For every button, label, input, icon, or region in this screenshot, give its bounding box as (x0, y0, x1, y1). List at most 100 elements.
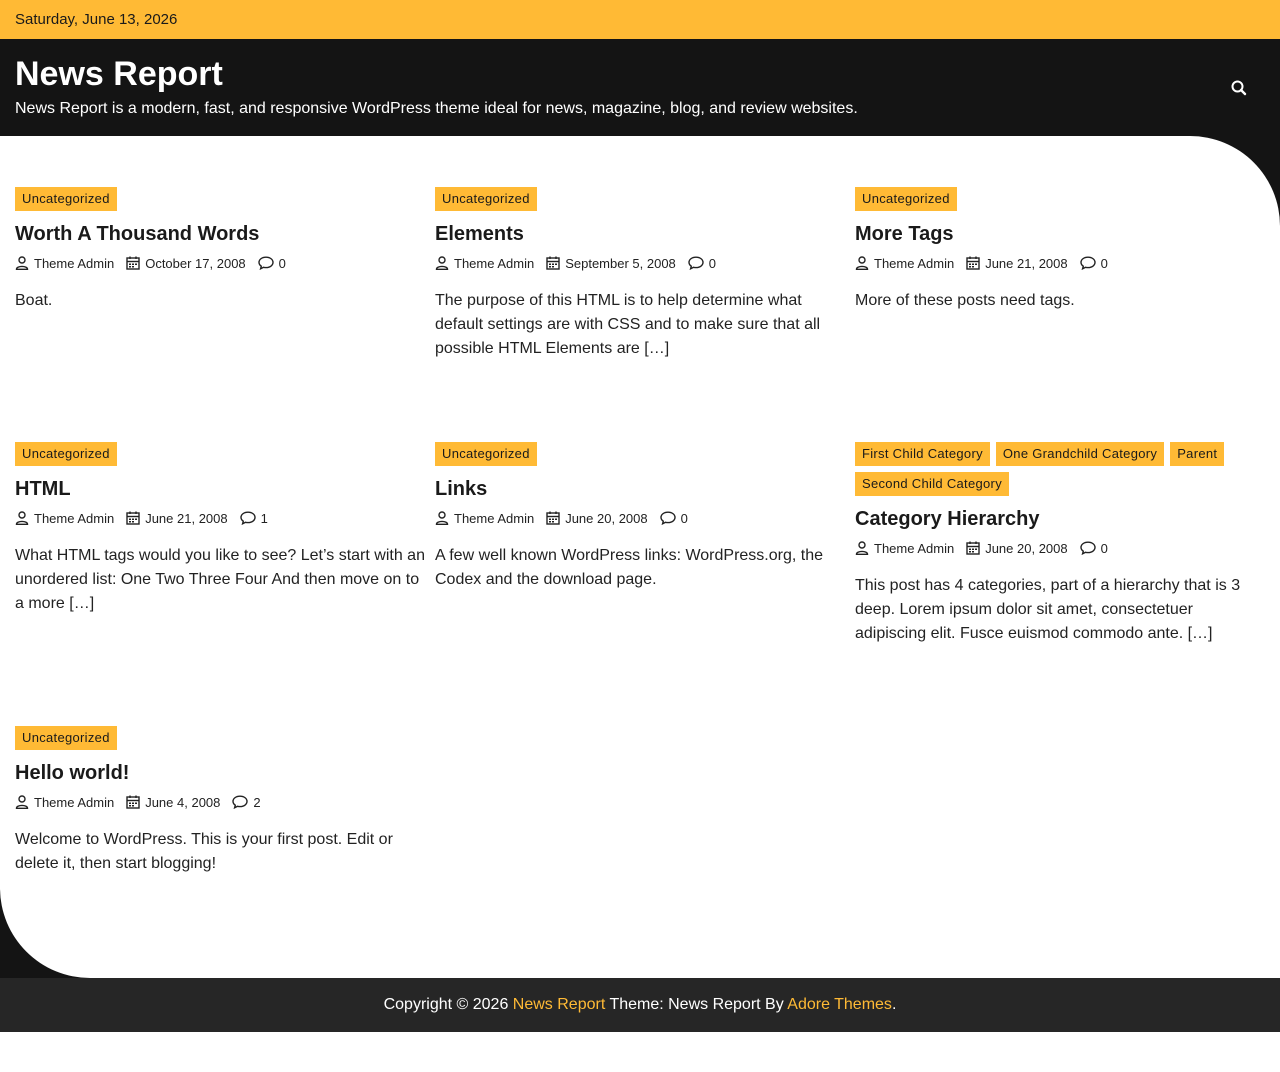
post-excerpt: This post has 4 categories, part of a hi… (855, 577, 1241, 642)
post-author[interactable]: Theme Admin (15, 795, 114, 810)
date-text: June 20, 2008 (565, 510, 648, 526)
comment-count: 0 (1100, 255, 1108, 271)
post-author[interactable]: Theme Admin (435, 256, 534, 271)
theme-credit-text: Theme: News Report By (609, 996, 784, 1013)
category-badge[interactable]: Parent (1170, 442, 1225, 466)
post-title[interactable]: Hello world! (15, 760, 425, 786)
post-title[interactable]: More Tags (855, 221, 1265, 247)
category-badge[interactable]: Uncategorized (15, 442, 117, 466)
current-date: Saturday, June 13, 2026 (15, 11, 178, 28)
post-categories: Uncategorized (15, 187, 425, 211)
post-date[interactable]: June 20, 2008 (546, 510, 648, 526)
post-card: Uncategorized HTML Theme Admin June 21, … (15, 442, 425, 616)
user-icon (435, 511, 449, 525)
post-meta: Theme Admin June 21, 2008 0 (855, 255, 1265, 271)
post-author[interactable]: Theme Admin (855, 256, 954, 271)
post-excerpt: The purpose of this HTML is to help dete… (435, 292, 821, 357)
post-categories: First Child Category One Grandchild Cate… (855, 442, 1265, 496)
post-title[interactable]: Links (435, 476, 845, 502)
post-title[interactable]: Worth A Thousand Words (15, 221, 425, 247)
post-comments[interactable]: 0 (659, 511, 688, 526)
post-card: Uncategorized More Tags Theme Admin June… (855, 187, 1265, 313)
author-name: Theme Admin (874, 255, 955, 271)
post-meta: Theme Admin June 4, 2008 2 (15, 794, 425, 810)
site-title[interactable]: News Report (15, 55, 223, 94)
date-text: June 21, 2008 (145, 510, 228, 526)
post-title[interactable]: Elements (435, 221, 845, 247)
posts-area: Uncategorized Worth A Thousand Words The… (0, 136, 1280, 978)
category-badge[interactable]: Uncategorized (15, 187, 117, 211)
author-name: Theme Admin (454, 255, 535, 271)
post-author[interactable]: Theme Admin (15, 256, 114, 271)
category-badge[interactable]: Uncategorized (15, 726, 117, 750)
author-name: Theme Admin (34, 794, 115, 810)
category-badge[interactable]: Uncategorized (435, 442, 537, 466)
post-categories: Uncategorized (435, 187, 845, 211)
post-card: First Child Category One Grandchild Cate… (855, 442, 1265, 646)
date-text: June 20, 2008 (985, 540, 1068, 556)
post-meta: Theme Admin June 20, 2008 0 (855, 540, 1265, 556)
date-text: June 21, 2008 (985, 255, 1068, 271)
footer-site-link[interactable]: News Report (513, 996, 605, 1013)
comment-icon (659, 511, 676, 525)
user-icon (15, 511, 29, 525)
post-date[interactable]: June 4, 2008 (126, 795, 220, 810)
post-title[interactable]: Category Hierarchy (855, 506, 1265, 532)
calendar-icon (126, 795, 140, 809)
calendar-icon (126, 511, 140, 525)
post-categories: Uncategorized (855, 187, 1265, 211)
author-name: Theme Admin (454, 510, 535, 526)
comment-icon (1079, 256, 1096, 270)
post-meta: Theme Admin October 17, 2008 0 (15, 255, 425, 271)
footer-author-link[interactable]: Adore Themes (787, 996, 892, 1013)
post-date[interactable]: June 20, 2008 (966, 540, 1068, 556)
post-title[interactable]: HTML (15, 476, 425, 502)
search-button[interactable] (1228, 77, 1250, 99)
user-icon (435, 256, 449, 270)
author-name: Theme Admin (34, 510, 115, 526)
post-author[interactable]: Theme Admin (855, 541, 954, 556)
comment-count: 0 (1100, 540, 1108, 556)
category-badge[interactable]: One Grandchild Category (995, 442, 1165, 466)
post-comments[interactable]: 0 (1079, 540, 1108, 556)
post-meta: Theme Admin September 5, 2008 0 (435, 255, 845, 271)
post-categories: Uncategorized (15, 726, 425, 750)
site-header: News Report News Report is a modern, fas… (0, 39, 1280, 136)
post-date[interactable]: October 17, 2008 (126, 255, 246, 271)
post-date[interactable]: September 5, 2008 (546, 256, 676, 271)
post-card: Uncategorized Elements Theme Admin Septe… (435, 187, 845, 361)
search-icon (1231, 80, 1247, 96)
post-comments[interactable]: 0 (688, 256, 716, 271)
post-author[interactable]: Theme Admin (15, 511, 114, 526)
post-comments[interactable]: 1 (239, 511, 268, 526)
post-author[interactable]: Theme Admin (435, 511, 534, 526)
post-date[interactable]: June 21, 2008 (126, 510, 228, 526)
category-badge[interactable]: Uncategorized (435, 187, 537, 211)
post-comments[interactable]: 2 (232, 794, 261, 810)
calendar-icon (126, 256, 140, 270)
comment-icon (232, 795, 249, 809)
category-badge[interactable]: Uncategorized (855, 187, 957, 211)
post-meta: Theme Admin June 21, 2008 1 (15, 510, 425, 526)
post-categories: Uncategorized (435, 442, 845, 466)
post-excerpt: More of these posts need tags. (855, 292, 1075, 309)
date-text: October 17, 2008 (145, 255, 246, 271)
category-badge[interactable]: Second Child Category (855, 472, 1009, 496)
calendar-icon (546, 256, 560, 270)
comment-count: 0 (708, 255, 717, 271)
post-excerpt: A few well known WordPress links: WordPr… (435, 547, 823, 588)
post-card: Uncategorized Hello world! Theme Admin J… (15, 726, 425, 876)
comment-count: 2 (253, 794, 261, 810)
post-comments[interactable]: 0 (257, 256, 286, 271)
comment-icon (257, 256, 274, 270)
post-meta: Theme Admin June 20, 2008 0 (435, 510, 845, 526)
footer-period: . (891, 996, 897, 1013)
post-comments[interactable]: 0 (1079, 255, 1108, 271)
post-date[interactable]: June 21, 2008 (966, 255, 1068, 271)
category-badge[interactable]: First Child Category (855, 442, 990, 466)
post-excerpt: Boat. (15, 292, 53, 309)
comment-icon (239, 511, 256, 525)
date-text: September 5, 2008 (565, 255, 676, 271)
top-bar: Saturday, June 13, 2026 (0, 0, 1280, 39)
calendar-icon (546, 511, 560, 525)
